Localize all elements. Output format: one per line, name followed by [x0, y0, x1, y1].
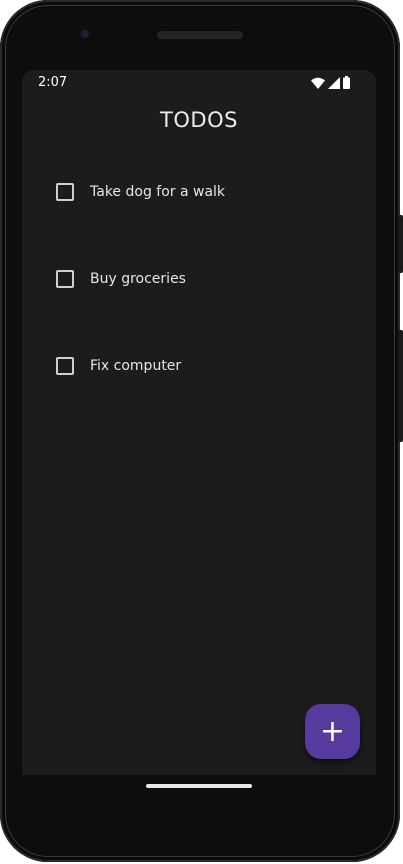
add-todo-button[interactable]: +: [305, 704, 360, 759]
todo-checkbox[interactable]: [56, 270, 74, 288]
todo-label: Take dog for a walk: [90, 184, 226, 200]
todo-label: Buy groceries: [90, 271, 186, 287]
status-icons: [311, 76, 350, 89]
todo-label: Fix computer: [90, 358, 182, 374]
todo-item[interactable]: Fix computer: [56, 356, 181, 376]
app-screen: 2:07 TODOS Take dog for a walk Buy groce…: [22, 70, 376, 775]
battery-icon: [343, 76, 350, 89]
front-camera: [79, 28, 91, 40]
phone-frame: 2:07 TODOS Take dog for a walk Buy groce…: [0, 0, 403, 862]
volume-button: [398, 330, 403, 442]
todo-item[interactable]: Take dog for a walk: [56, 182, 225, 202]
status-bar: 2:07: [22, 70, 376, 96]
home-gesture-bar[interactable]: [146, 784, 252, 788]
todo-checkbox[interactable]: [56, 183, 74, 201]
power-button: [398, 215, 403, 273]
plus-icon: +: [319, 713, 346, 749]
todo-item[interactable]: Buy groceries: [56, 269, 186, 289]
page-title: TODOS: [160, 108, 238, 132]
status-time: 2:07: [38, 75, 68, 90]
wifi-icon: [311, 77, 325, 89]
cellular-signal-icon: [328, 76, 340, 89]
earpiece-speaker: [157, 31, 243, 39]
todo-checkbox[interactable]: [56, 357, 74, 375]
